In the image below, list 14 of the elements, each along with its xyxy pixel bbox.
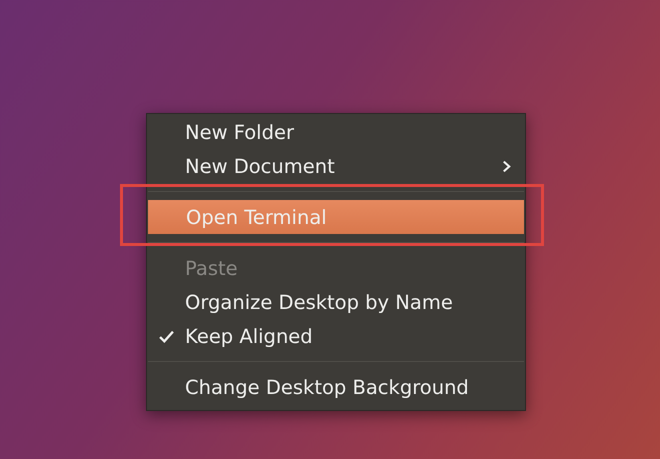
menu-item[interactable]: New Document (147, 149, 525, 183)
menu-item-label: Keep Aligned (185, 324, 314, 348)
menu-item[interactable]: Keep Aligned (147, 319, 525, 353)
menu-item-label: Paste (185, 256, 239, 280)
checkmark-icon (159, 330, 174, 342)
menu-item-label: New Document (185, 154, 336, 178)
menu-item-label: New Folder (185, 120, 295, 144)
chevron-right-icon (502, 160, 511, 172)
menu-item-label: Open Terminal (186, 206, 328, 228)
menu-item-label: Organize Desktop by Name (185, 290, 454, 314)
menu-item-label: Change Desktop Background (185, 376, 470, 398)
menu-item[interactable]: Change Desktop Background (147, 370, 525, 404)
menu-item[interactable]: Organize Desktop by Name (147, 285, 525, 319)
menu-item[interactable]: New Folder (147, 115, 525, 149)
